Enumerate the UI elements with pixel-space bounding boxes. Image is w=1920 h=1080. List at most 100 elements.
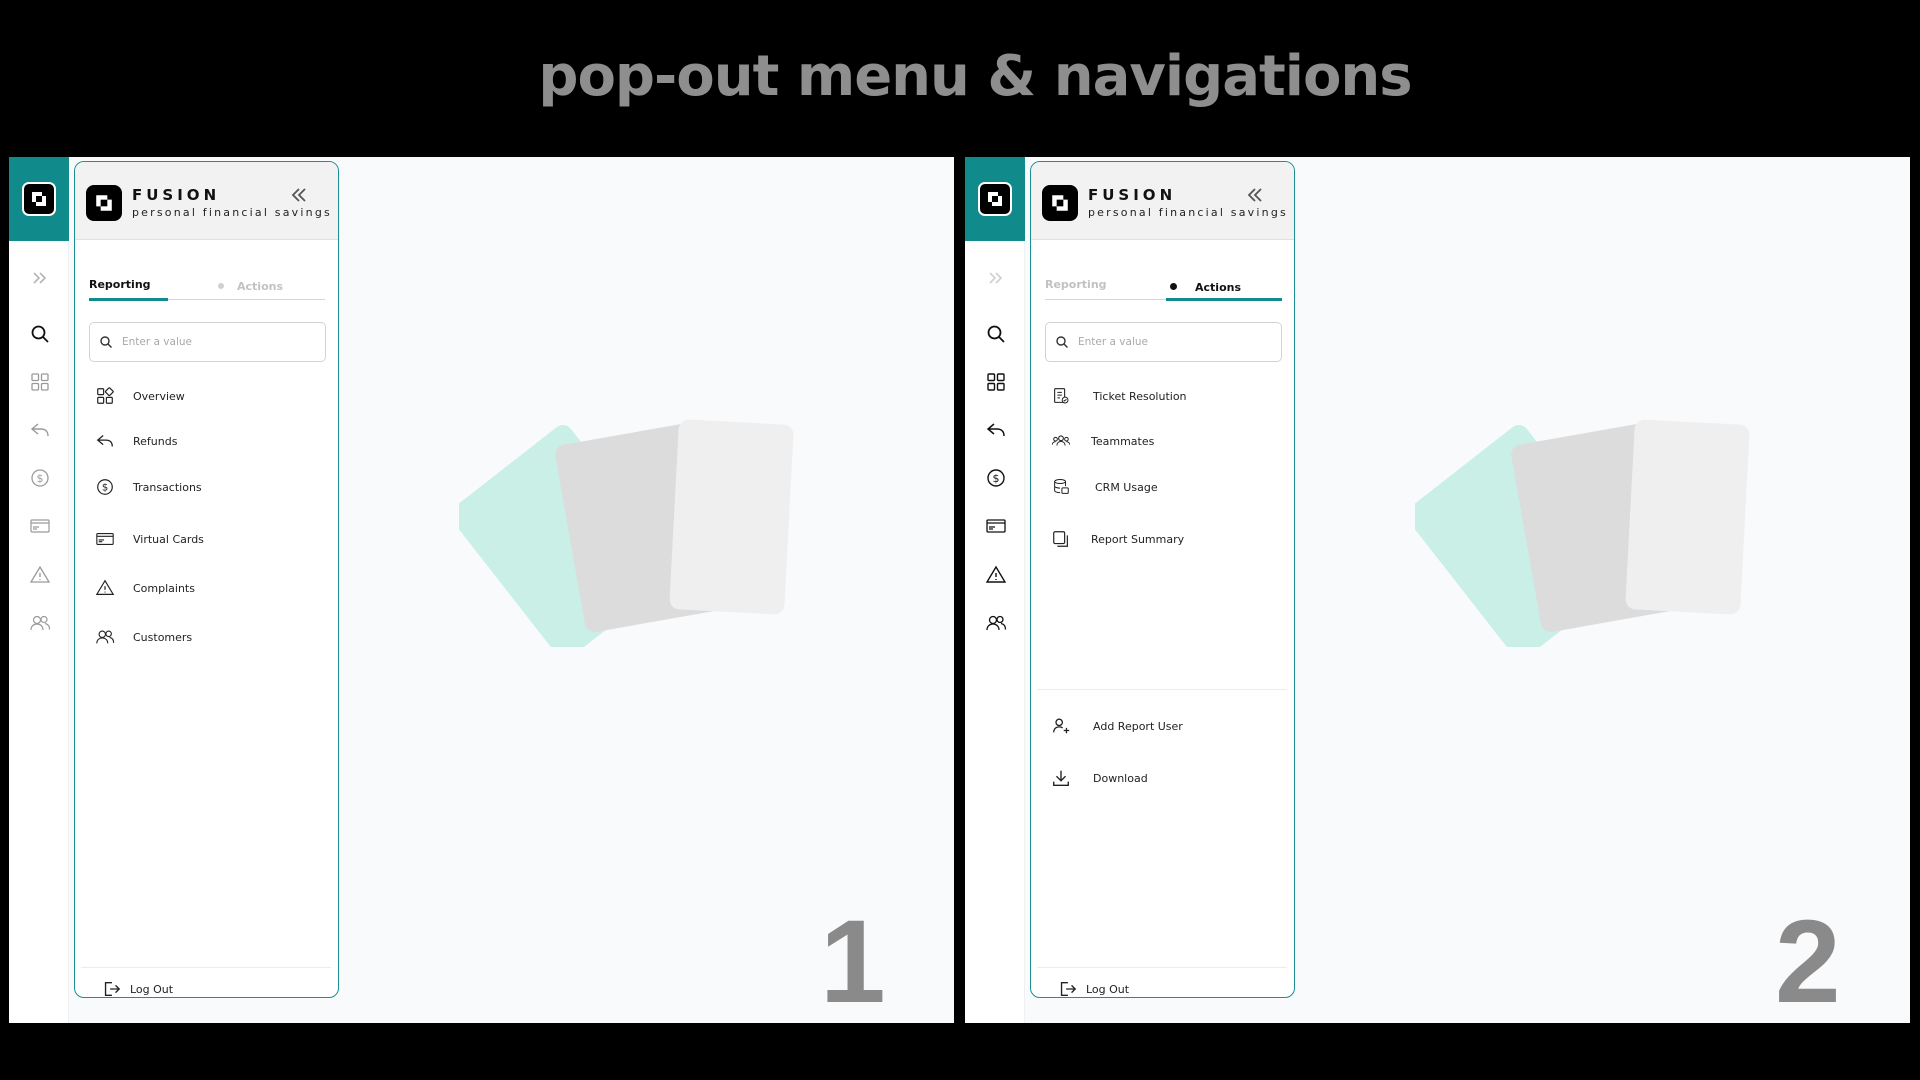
dollar-circle-icon[interactable]: $ xyxy=(985,467,1007,489)
menu-header: FUSION personal financial savings xyxy=(1031,162,1294,240)
rail-logo[interactable] xyxy=(965,157,1025,241)
user-plus-icon xyxy=(1049,714,1073,738)
download-icon xyxy=(1049,766,1073,790)
reply-icon[interactable] xyxy=(985,419,1007,441)
search-icon xyxy=(100,336,112,348)
logout-label: Log Out xyxy=(1086,982,1130,996)
warning-icon[interactable] xyxy=(29,564,51,586)
menu-item-ticket-resolution[interactable]: Ticket Resolution xyxy=(1049,383,1279,409)
divider xyxy=(1037,689,1287,690)
dollar-circle-icon: $ xyxy=(93,475,117,499)
menu-item-add-report-user[interactable]: Add Report User xyxy=(1049,713,1279,739)
screen-reporting: $ FUSION personal financial savings Repo… xyxy=(9,157,954,1023)
team-icon xyxy=(1049,429,1073,453)
popout-menu: FUSION personal financial savings Report… xyxy=(74,161,339,998)
menu-item-label: Customers xyxy=(133,630,193,644)
page-headline: pop-out menu & navigations xyxy=(538,44,1412,109)
divider xyxy=(81,967,331,968)
search-icon[interactable] xyxy=(985,323,1007,345)
users-icon xyxy=(93,625,117,649)
users-icon[interactable] xyxy=(29,612,51,634)
search-placeholder: Enter a value xyxy=(122,336,192,348)
icon-rail: $ xyxy=(9,157,69,1023)
screen-number: 1 xyxy=(820,896,886,1023)
menu-item-label: Refunds xyxy=(133,434,178,448)
menu-item-label: Report Summary xyxy=(1091,532,1185,546)
menu-item-complaints[interactable]: Complaints xyxy=(93,575,323,601)
copy-icon xyxy=(1049,527,1073,551)
ticket-icon xyxy=(1049,384,1073,408)
expand-icon[interactable] xyxy=(985,267,1007,289)
grid-icon[interactable] xyxy=(29,371,51,393)
tab-reporting[interactable]: Reporting xyxy=(1045,278,1107,291)
reply-icon xyxy=(93,429,117,453)
fusion-logo-icon xyxy=(978,182,1012,216)
brand-name: FUSION xyxy=(1088,186,1177,204)
tab-reporting[interactable]: Reporting xyxy=(89,278,151,291)
menu-item-teammates[interactable]: Teammates xyxy=(1049,428,1279,454)
rail-logo[interactable] xyxy=(9,157,69,241)
logout-label: Log Out xyxy=(130,982,174,996)
svg-text:$: $ xyxy=(993,472,1000,485)
search-input[interactable]: Enter a value xyxy=(89,322,326,362)
logout-button[interactable]: Log Out xyxy=(1057,978,1130,997)
icon-rail: $ xyxy=(965,157,1025,1023)
fusion-logo-icon xyxy=(22,182,56,216)
fusion-logo-icon xyxy=(86,185,122,221)
menu-item-label: Teammates xyxy=(1091,434,1155,448)
menu-tabs: Reporting Actions xyxy=(1045,272,1282,301)
card-icon[interactable] xyxy=(29,515,51,537)
menu-item-crm-usage[interactable]: CRM Usage xyxy=(1049,474,1279,500)
tab-dot-icon xyxy=(1170,283,1177,290)
tab-dot-icon xyxy=(218,283,224,289)
tab-actions[interactable]: Actions xyxy=(237,280,283,293)
svg-text:$: $ xyxy=(102,483,108,494)
active-tab-indicator xyxy=(1166,298,1282,301)
logout-icon xyxy=(1060,981,1077,997)
screen-actions: $ FUSION personal financial savings Repo… xyxy=(965,157,1910,1023)
dollar-circle-icon[interactable]: $ xyxy=(29,467,51,489)
search-icon xyxy=(1056,336,1068,348)
collapse-icon[interactable] xyxy=(1244,184,1266,206)
card-icon[interactable] xyxy=(985,515,1007,537)
menu-item-label: Ticket Resolution xyxy=(1093,389,1187,403)
menu-item-transactions[interactable]: $ Transactions xyxy=(93,474,323,500)
users-icon[interactable] xyxy=(985,612,1007,634)
menu-item-download[interactable]: Download xyxy=(1049,765,1279,791)
menu-item-label: Overview xyxy=(133,389,185,403)
menu-item-label: Download xyxy=(1093,771,1148,785)
tab-actions[interactable]: Actions xyxy=(1195,281,1241,294)
menu-item-label: Transactions xyxy=(133,480,202,494)
brand-name: FUSION xyxy=(132,186,221,204)
logout-icon xyxy=(104,981,121,997)
cards-illustration xyxy=(1415,419,1750,647)
database-icon xyxy=(1049,475,1073,499)
menu-item-overview[interactable]: Overview xyxy=(93,383,323,409)
menu-item-label: Complaints xyxy=(133,581,195,595)
menu-item-label: Add Report User xyxy=(1093,719,1183,733)
cards-illustration xyxy=(459,419,794,647)
menu-item-virtual-cards[interactable]: Virtual Cards xyxy=(93,526,323,552)
active-tab-indicator xyxy=(89,298,168,301)
grid-icon[interactable] xyxy=(985,371,1007,393)
warning-icon xyxy=(93,576,117,600)
svg-text:$: $ xyxy=(37,472,44,485)
grid-icon xyxy=(93,384,117,408)
menu-item-report-summary[interactable]: Report Summary xyxy=(1049,526,1279,552)
search-input[interactable]: Enter a value xyxy=(1045,322,1282,362)
menu-header: FUSION personal financial savings xyxy=(75,162,338,240)
menu-item-customers[interactable]: Customers xyxy=(93,624,323,650)
reply-icon[interactable] xyxy=(29,419,51,441)
collapse-icon[interactable] xyxy=(288,184,310,206)
menu-tabs: Reporting Actions xyxy=(89,272,325,301)
warning-icon[interactable] xyxy=(985,564,1007,586)
expand-icon[interactable] xyxy=(29,267,51,289)
logout-button[interactable]: Log Out xyxy=(101,978,174,997)
search-icon[interactable] xyxy=(29,323,51,345)
popout-menu: FUSION personal financial savings Report… xyxy=(1030,161,1295,998)
card-icon xyxy=(93,527,117,551)
divider xyxy=(1037,967,1287,968)
menu-item-refunds[interactable]: Refunds xyxy=(93,428,323,454)
brand-tagline: personal financial savings xyxy=(1088,206,1288,219)
brand-tagline: personal financial savings xyxy=(132,206,332,219)
